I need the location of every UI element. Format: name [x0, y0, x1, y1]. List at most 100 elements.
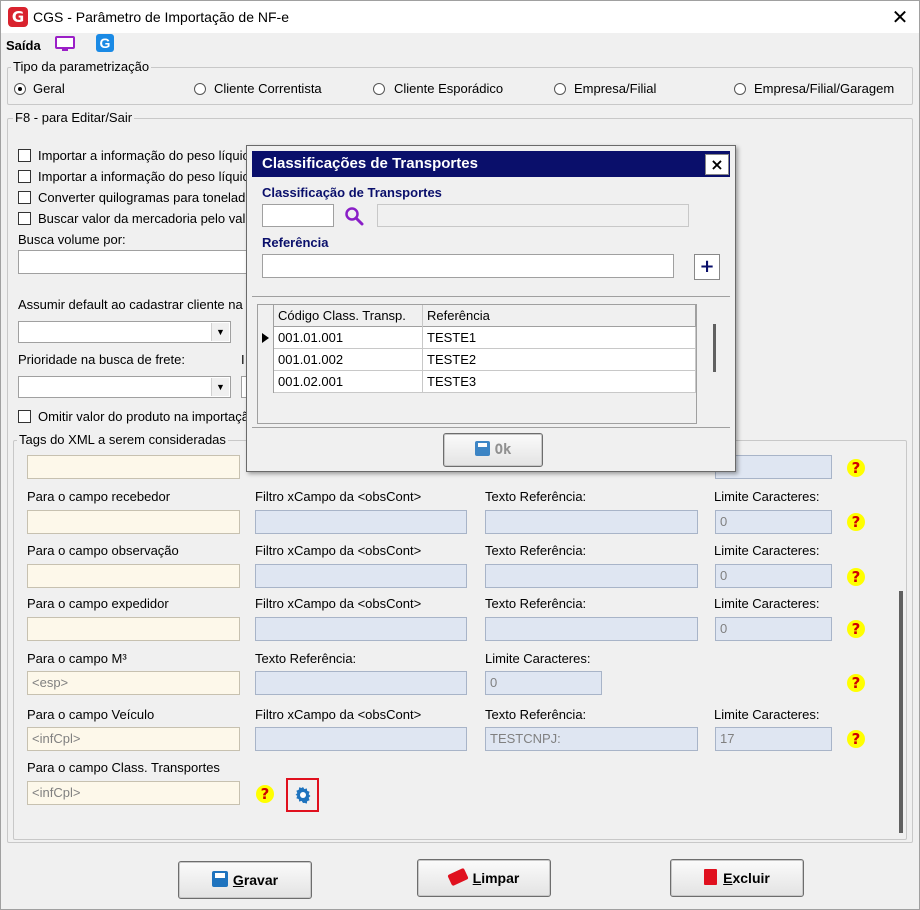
- tag-class-transportes-input[interactable]: <infCpl>: [27, 781, 240, 805]
- table-row[interactable]: 001.01.001 TESTE1: [258, 327, 696, 349]
- cgs-app-icon[interactable]: G: [96, 34, 114, 52]
- gear-icon[interactable]: [293, 785, 313, 805]
- help-icon[interactable]: ?: [847, 459, 865, 477]
- checkbox-buscar-valor[interactable]: [18, 212, 31, 225]
- tag-recebedor-texto-label: Texto Referência:: [485, 489, 587, 504]
- tag-observacao-filtro-input[interactable]: [255, 564, 467, 588]
- radio-empresa-filial-garagem[interactable]: [734, 83, 746, 95]
- tag-observacao-limite-label: Limite Caracteres:: [714, 543, 820, 558]
- grid-cell-ref: TESTE3: [423, 371, 696, 393]
- radio-cliente-correntista[interactable]: [194, 83, 206, 95]
- prioridade-frete-label: Prioridade na busca de frete:: [18, 352, 185, 367]
- tags-group-legend: Tags do XML a serem consideradas: [17, 432, 228, 447]
- radio-geral-label: Geral: [33, 81, 65, 96]
- busca-volume-input[interactable]: [18, 250, 250, 274]
- tag-m3-texto-input[interactable]: [255, 671, 467, 695]
- radio-cliente-esporadico-label: Cliente Esporádico: [394, 81, 504, 96]
- radio-cliente-esporadico[interactable]: [373, 83, 385, 95]
- checkbox-buscar-valor-label: Buscar valor da mercadoria pelo val: [38, 211, 246, 226]
- checkbox-omitir-valor[interactable]: [18, 410, 31, 423]
- help-icon[interactable]: ?: [847, 674, 865, 692]
- limpar-button[interactable]: Limpar: [417, 859, 551, 897]
- dialog-class-code-input[interactable]: [262, 204, 334, 227]
- add-button[interactable]: +: [694, 254, 720, 280]
- monitor-icon[interactable]: [55, 36, 75, 52]
- dialog-close-button[interactable]: ×: [705, 154, 729, 175]
- checkbox-peso-liquido-1[interactable]: [18, 149, 31, 162]
- tag-expedidor-texto-input[interactable]: [485, 617, 698, 641]
- radio-empresa-filial[interactable]: [554, 83, 566, 95]
- help-icon[interactable]: ?: [847, 513, 865, 531]
- checkbox-peso-liquido-2-label: Importar a informação do peso líquic: [38, 169, 249, 184]
- edit-group-legend: F8 - para Editar/Sair: [13, 110, 135, 125]
- tag-m3-limite-input[interactable]: 0: [485, 671, 602, 695]
- app-logo-icon: G: [8, 7, 28, 27]
- tag-recebedor-limite-label: Limite Caracteres:: [714, 489, 820, 504]
- tag-veiculo-texto-input[interactable]: TESTCNPJ:: [485, 727, 698, 751]
- tag-expedidor-input[interactable]: [27, 617, 240, 641]
- close-window-button[interactable]: ✕: [885, 3, 915, 31]
- table-row[interactable]: 001.01.002 TESTE2: [258, 349, 696, 371]
- tag-recebedor-filtro-input[interactable]: [255, 510, 467, 534]
- tag-observacao-filtro-label: Filtro xCampo da <obsCont>: [255, 543, 422, 558]
- tag-observacao-limite-input[interactable]: 0: [715, 564, 832, 588]
- table-row[interactable]: 001.02.001 TESTE3: [258, 371, 696, 393]
- assumir-default-select[interactable]: ▼: [18, 321, 231, 343]
- tag-expedidor-limite-input[interactable]: 0: [715, 617, 832, 641]
- radio-cliente-correntista-label: Cliente Correntista: [214, 81, 322, 96]
- checkbox-peso-liquido-2[interactable]: [18, 170, 31, 183]
- tag-recebedor-filtro-label: Filtro xCampo da <obsCont>: [255, 489, 422, 504]
- ok-button[interactable]: Ok: [443, 433, 543, 467]
- grid-header-code[interactable]: Código Class. Transp.: [274, 305, 423, 327]
- tag-recebedor-input[interactable]: [27, 510, 240, 534]
- tag-recebedor-limite-input[interactable]: 0: [715, 510, 832, 534]
- chevron-down-icon: ▼: [211, 378, 229, 396]
- grid-cell-code: 001.01.001: [274, 327, 423, 349]
- chevron-down-icon: ▼: [211, 323, 229, 341]
- gravar-button[interactable]: Gravar: [178, 861, 312, 899]
- row-pointer-icon: [258, 327, 274, 349]
- tag-m3-limite-label: Limite Caracteres:: [485, 651, 591, 666]
- tag-m3-texto-label: Texto Referência:: [255, 651, 357, 666]
- tag-expedidor-texto-label: Texto Referência:: [485, 596, 587, 611]
- tag-veiculo-input[interactable]: <infCpl>: [27, 727, 240, 751]
- checkbox-converter-quilogramas-label: Converter quilogramas para tonelad: [38, 190, 246, 205]
- tag-m3-input[interactable]: <esp>: [27, 671, 240, 695]
- exit-menu[interactable]: Saída: [6, 38, 41, 54]
- grid-cell-ref: TESTE2: [423, 349, 696, 371]
- tag-veiculo-limite-input[interactable]: 17: [715, 727, 832, 751]
- grid-header-ref[interactable]: Referência: [423, 305, 696, 327]
- prioridade-frete-select[interactable]: ▼: [18, 376, 231, 398]
- save-icon: [211, 871, 228, 887]
- tag-row0-input[interactable]: [27, 455, 240, 479]
- help-icon[interactable]: ?: [847, 730, 865, 748]
- help-icon[interactable]: ?: [847, 568, 865, 586]
- tag-observacao-label: Para o campo observação: [27, 543, 179, 558]
- tag-veiculo-limite-label: Limite Caracteres:: [714, 707, 820, 722]
- grid-scrollbar[interactable]: [713, 324, 716, 372]
- tag-class-transportes-label: Para o campo Class. Transportes: [27, 760, 220, 775]
- search-icon[interactable]: [344, 206, 364, 226]
- dialog-ref-input[interactable]: [262, 254, 674, 278]
- window-title: CGS - Parâmetro de Importação de NF-e: [33, 9, 289, 25]
- radio-empresa-filial-garagem-label: Empresa/Filial/Garagem: [754, 81, 895, 96]
- tag-recebedor-texto-input[interactable]: [485, 510, 698, 534]
- excluir-button[interactable]: Excluir: [670, 859, 804, 897]
- tag-expedidor-filtro-input[interactable]: [255, 617, 467, 641]
- dialog-title: Classificações de Transportes: [252, 151, 730, 177]
- tag-observacao-texto-input[interactable]: [485, 564, 698, 588]
- checkbox-converter-quilogramas[interactable]: [18, 191, 31, 204]
- tag-observacao-input[interactable]: [27, 564, 240, 588]
- radio-geral[interactable]: [14, 83, 26, 95]
- help-icon[interactable]: ?: [847, 620, 865, 638]
- tags-scrollbar[interactable]: [899, 591, 903, 833]
- trash-icon: [704, 869, 718, 885]
- row-indicator: [258, 349, 274, 371]
- tag-expedidor-filtro-label: Filtro xCampo da <obsCont>: [255, 596, 422, 611]
- assumir-default-label: Assumir default ao cadastrar cliente na: [18, 297, 243, 312]
- help-icon[interactable]: ?: [256, 785, 274, 803]
- tag-veiculo-filtro-input[interactable]: [255, 727, 467, 751]
- row-indicator: [258, 371, 274, 393]
- grid-cell-code: 001.02.001: [274, 371, 423, 393]
- title-bar: G CGS - Parâmetro de Importação de NF-e …: [1, 1, 919, 33]
